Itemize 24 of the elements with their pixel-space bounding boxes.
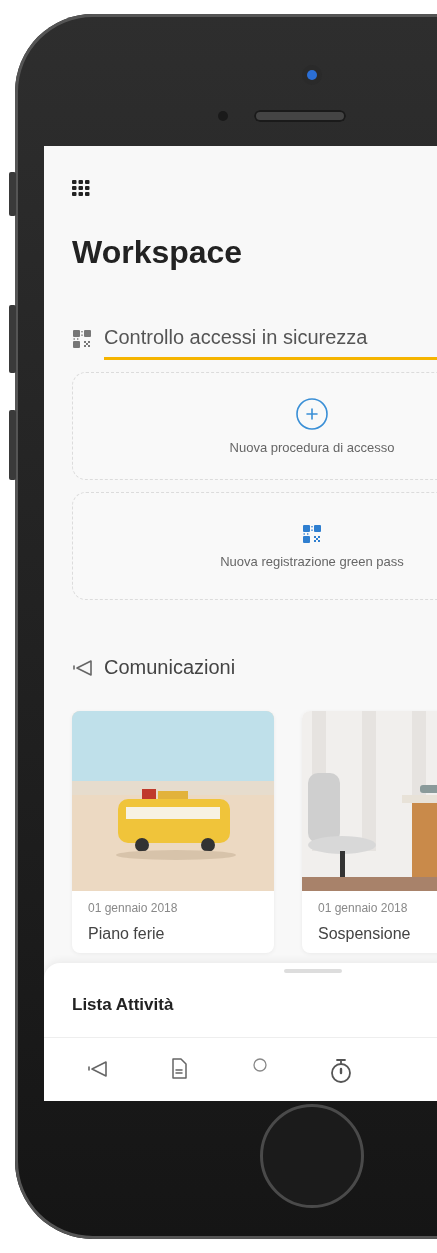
section-title: Controllo accessi in sicurezza — [104, 326, 437, 360]
plus-circle-icon — [296, 397, 328, 430]
stopwatch-icon — [329, 1058, 352, 1084]
side-button[interactable] — [9, 172, 16, 216]
card-title: Sospensione — [318, 925, 412, 943]
qr-code-icon — [302, 523, 322, 544]
sheet-title: Lista Attività — [72, 995, 174, 1015]
drag-handle[interactable] — [284, 969, 342, 973]
action-card[interactable]: Nuova registrazione green pass — [72, 492, 437, 600]
news-card[interactable]: 01 gennaio 2018 Piano ferie — [72, 711, 274, 953]
action-card[interactable]: Nuova procedura di accesso — [72, 372, 437, 480]
card-date: 01 gennaio 2018 — [318, 901, 409, 915]
grid-menu-icon[interactable] — [72, 180, 90, 196]
volume-button[interactable] — [9, 305, 16, 373]
circle-icon — [252, 1058, 267, 1072]
page-title: Workspace — [72, 234, 244, 270]
qr-code-icon — [72, 329, 92, 349]
section-title: Comunicazioni — [104, 656, 236, 679]
megaphone-icon — [86, 1058, 109, 1080]
card-title: Piano ferie — [88, 925, 166, 943]
news-card[interactable]: 01 gennaio 2018 Sospensione — [302, 711, 437, 953]
card-date: 01 gennaio 2018 — [88, 901, 179, 915]
document-icon — [170, 1058, 187, 1080]
volume-button[interactable] — [9, 410, 16, 480]
